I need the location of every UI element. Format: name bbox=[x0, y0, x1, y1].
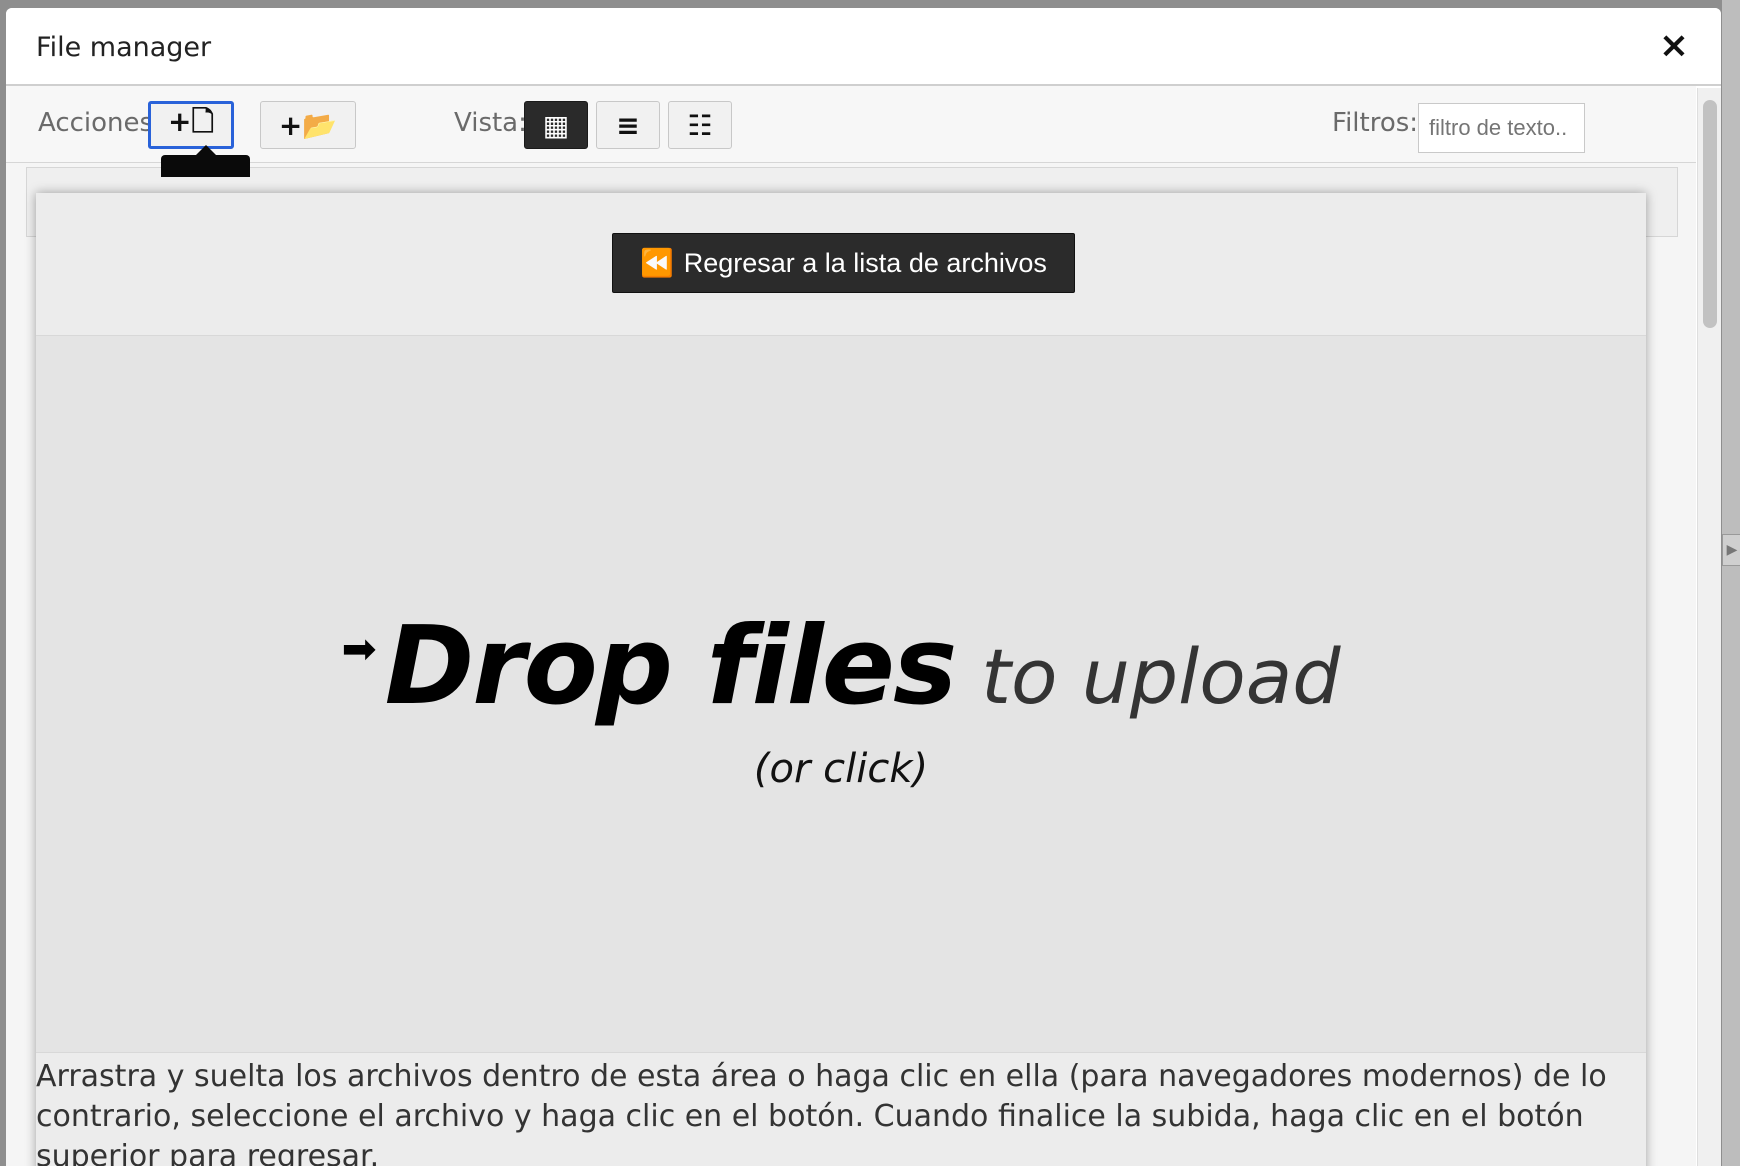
grid-icon: ▦ bbox=[542, 108, 570, 142]
background-page-strip bbox=[1722, 0, 1740, 1166]
modal-scrollbar[interactable] bbox=[1697, 88, 1721, 1166]
or-click-text: (or click) bbox=[753, 746, 929, 792]
add-file-icon: +🗋 bbox=[168, 105, 214, 138]
upload-panel: ⏪ Regresar a la lista de archivos ➡Drop … bbox=[36, 193, 1646, 1166]
modal-title: File manager bbox=[36, 32, 212, 63]
toolbar: Acciones: +🗋 +📂 Vista: ▦ ≡ ☷ Filtros: bbox=[6, 86, 1696, 163]
file-manager-modal: File manager × Acciones: +🗋 +📂 Vista: ▦ … bbox=[6, 8, 1721, 1166]
content-area: ⏪ Regresar a la lista de archivos ➡Drop … bbox=[6, 145, 1696, 1166]
close-icon[interactable]: × bbox=[1654, 26, 1694, 66]
view-grid-button[interactable]: ▦ bbox=[524, 101, 588, 149]
back-to-file-list-button[interactable]: ⏪ Regresar a la lista de archivos bbox=[612, 233, 1075, 293]
upload-dropzone[interactable]: ➡Drop files to upload (or click) bbox=[36, 335, 1646, 1053]
list-icon: ≡ bbox=[616, 108, 640, 142]
view-label: Vista: bbox=[454, 108, 527, 138]
add-folder-button[interactable]: +📂 bbox=[260, 101, 356, 149]
modal-header: File manager × bbox=[6, 8, 1721, 86]
view-details-button[interactable]: ☷ bbox=[668, 101, 732, 149]
add-file-button[interactable]: +🗋 bbox=[148, 101, 234, 149]
drop-headline: ➡Drop files to upload bbox=[36, 604, 1646, 729]
tooltip bbox=[161, 145, 250, 177]
details-icon: ☷ bbox=[687, 108, 713, 142]
background-collapse-tab: ▶ bbox=[1722, 534, 1740, 566]
to-upload-text: to upload bbox=[981, 632, 1341, 721]
scroll-thumb[interactable] bbox=[1703, 100, 1717, 328]
filters-label: Filtros: bbox=[1332, 108, 1419, 138]
drop-files-text: Drop files bbox=[384, 604, 958, 729]
actions-label: Acciones: bbox=[38, 108, 162, 138]
text-filter-input[interactable] bbox=[1418, 103, 1585, 153]
view-list-button[interactable]: ≡ bbox=[596, 101, 660, 149]
back-button-label: Regresar a la lista de archivos bbox=[683, 247, 1047, 278]
rewind-icon: ⏪ bbox=[640, 248, 674, 278]
arrow-right-icon: ➡ bbox=[341, 624, 377, 673]
upload-help-text: Arrastra y suelta los archivos dentro de… bbox=[36, 1059, 1607, 1166]
add-folder-icon: +📂 bbox=[278, 108, 338, 142]
